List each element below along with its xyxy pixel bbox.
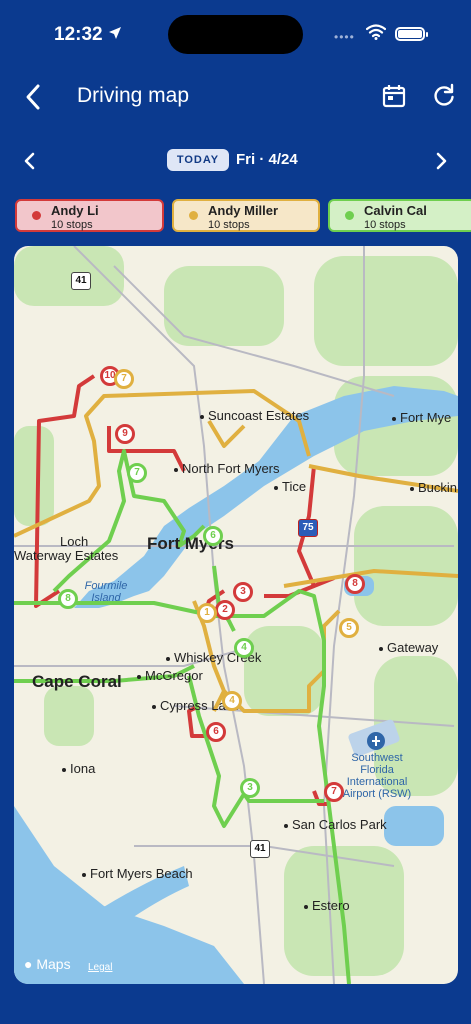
stop-pin-green[interactable]: 3 bbox=[240, 778, 260, 798]
water-label: Fourmile Island bbox=[84, 580, 128, 604]
stop-pin-green[interactable]: 6 bbox=[203, 526, 223, 546]
stop-pin-red[interactable]: 8 bbox=[345, 574, 365, 594]
stop-pin-green[interactable]: 4 bbox=[234, 638, 254, 658]
today-button[interactable]: TODAY bbox=[167, 149, 229, 171]
calendar-button[interactable] bbox=[380, 82, 408, 110]
location-arrow-icon bbox=[109, 27, 121, 39]
status-bar: 12:32 •••• bbox=[0, 0, 471, 70]
stop-pin-yellow[interactable]: 1 bbox=[197, 603, 217, 623]
date-navigator: TODAY Fri · 4/24 bbox=[0, 146, 471, 176]
driver-name: Calvin Cal bbox=[364, 203, 427, 218]
refresh-button[interactable] bbox=[430, 82, 458, 110]
apple-maps-attribution: ● Maps bbox=[24, 956, 71, 972]
us-41-shield: 41 bbox=[250, 840, 270, 858]
driver-stop-count: 10 stops bbox=[208, 219, 250, 231]
driver-chip-andy-miller[interactable]: Andy Miller 10 stops bbox=[172, 199, 320, 232]
previous-day-button[interactable] bbox=[22, 150, 38, 172]
place-label: Gateway bbox=[379, 640, 438, 655]
stop-pin-red[interactable]: 9 bbox=[115, 424, 135, 444]
legal-link[interactable]: Legal bbox=[88, 962, 112, 973]
battery-icon bbox=[395, 27, 428, 41]
stop-pin-yellow[interactable]: 7 bbox=[114, 369, 134, 389]
next-day-button[interactable] bbox=[433, 150, 449, 172]
driver-color-dot bbox=[345, 211, 354, 220]
stop-pin-red[interactable]: 6 bbox=[206, 722, 226, 742]
driver-color-dot bbox=[32, 211, 41, 220]
airport-label: Southwest Florida International Airport … bbox=[342, 752, 412, 800]
driver-color-dot bbox=[189, 211, 198, 220]
stop-pin-green[interactable]: 7 bbox=[127, 463, 147, 483]
driver-chip-calvin-cal[interactable]: Calvin Cal 10 stops bbox=[328, 199, 471, 232]
current-date: Fri · 4/24 bbox=[236, 151, 298, 168]
place-label: Buckin bbox=[410, 480, 457, 495]
us-41-shield: 41 bbox=[71, 272, 91, 290]
back-button[interactable] bbox=[20, 80, 50, 114]
attribution-text: Maps bbox=[36, 956, 71, 972]
apple-logo-icon: ● bbox=[24, 956, 37, 972]
nav-bar: Driving map bbox=[0, 74, 471, 120]
status-time: 12:32 bbox=[54, 24, 103, 45]
stop-pin-yellow[interactable]: 4 bbox=[222, 691, 242, 711]
driver-chip-andy-li[interactable]: Andy Li 10 stops bbox=[15, 199, 164, 232]
driver-name: Andy Miller bbox=[208, 203, 279, 218]
driver-filter-chips: Andy Li 10 stops Andy Miller 10 stops Ca… bbox=[0, 199, 471, 235]
i-75-shield: 75 bbox=[298, 519, 318, 537]
stop-pin-yellow[interactable]: 5 bbox=[339, 618, 359, 638]
place-label: Estero bbox=[304, 898, 350, 913]
wifi-icon bbox=[366, 24, 386, 40]
stop-pin-red[interactable]: 7 bbox=[324, 782, 344, 802]
page-title: Driving map bbox=[77, 84, 190, 107]
driver-stop-count: 10 stops bbox=[51, 219, 93, 231]
place-label: San Carlos Park bbox=[284, 817, 387, 832]
place-label: Fort Mye bbox=[392, 410, 451, 425]
place-label: Waterway Estates bbox=[14, 548, 119, 563]
route-map[interactable]: Suncoast Estates Fort Mye North Fort Mye… bbox=[14, 246, 458, 984]
place-label-city: Cape Coral bbox=[32, 672, 122, 691]
map-base bbox=[14, 246, 458, 984]
stop-pin-red[interactable]: 2 bbox=[215, 600, 235, 620]
stop-pin-green[interactable]: 8 bbox=[58, 589, 78, 609]
place-label: McGregor bbox=[137, 668, 203, 683]
driver-stop-count: 10 stops bbox=[364, 219, 406, 231]
place-label: Fort Myers Beach bbox=[82, 866, 193, 881]
stop-pin-red[interactable]: 3 bbox=[233, 582, 253, 602]
place-label: North Fort Myers bbox=[174, 461, 280, 476]
driver-name: Andy Li bbox=[51, 203, 99, 218]
place-label: Iona bbox=[62, 761, 95, 776]
place-label: Tice bbox=[274, 479, 306, 494]
dynamic-island bbox=[168, 15, 303, 54]
signal-icon: •••• bbox=[334, 30, 355, 44]
place-label: Suncoast Estates bbox=[200, 408, 309, 423]
place-label: Loch bbox=[60, 534, 89, 549]
